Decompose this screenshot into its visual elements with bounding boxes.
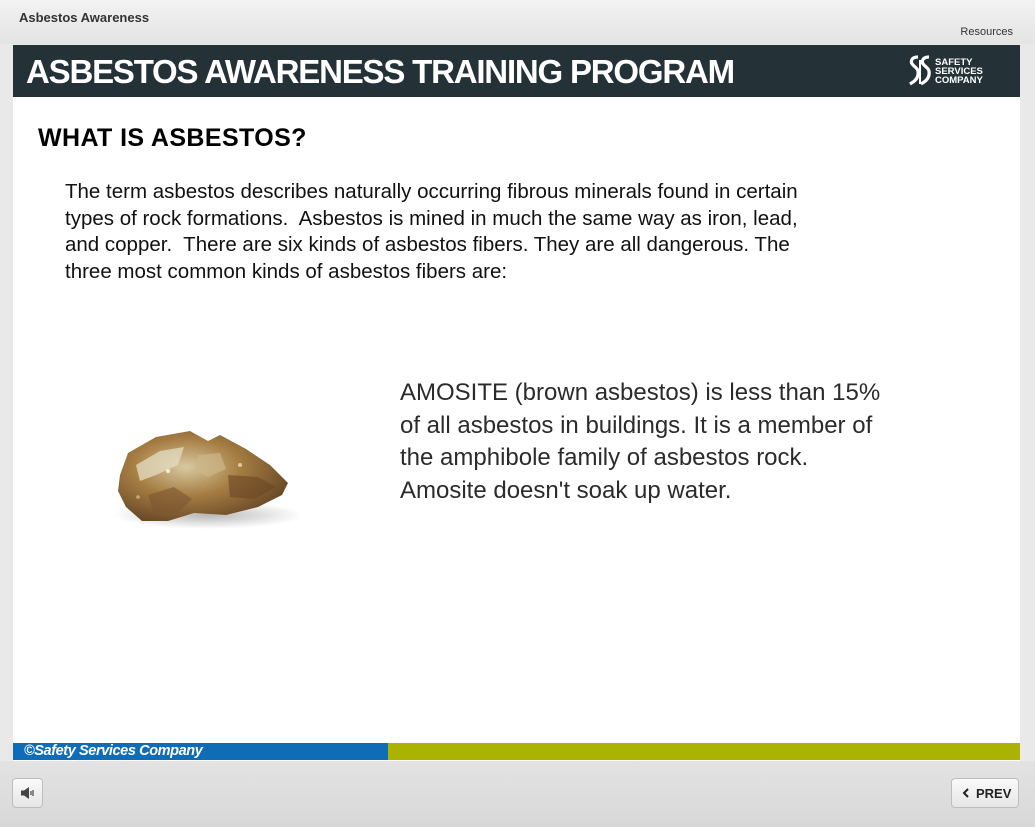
- prev-button[interactable]: PREV: [951, 778, 1019, 808]
- speaker-icon: [21, 787, 34, 799]
- ss-logo-icon: [909, 55, 931, 86]
- chevron-left-icon: [962, 788, 969, 798]
- resources-link[interactable]: Resources: [960, 26, 1013, 38]
- course-title: Asbestos Awareness: [19, 10, 150, 25]
- slide-heading: WHAT IS ASBESTOS?: [38, 124, 307, 152]
- logo-wordmark: SAFETY SERVICES COMPANY: [935, 58, 983, 86]
- slide-area: ASBESTOS AWARENESS TRAINING PROGRAM SAFE…: [13, 45, 1020, 761]
- intro-paragraph: The term asbestos describes naturally oc…: [65, 180, 798, 283]
- copyright-text: ©Safety Services Company: [24, 743, 203, 759]
- audio-button[interactable]: [12, 778, 43, 808]
- amosite-rock-image: [113, 431, 298, 529]
- safety-services-logo: SAFETY SERVICES COMPANY: [907, 54, 999, 90]
- player-controls: PREV: [0, 761, 1035, 827]
- amosite-description: AMOSITE (brown asbestos) is less than 15…: [400, 379, 881, 504]
- program-title: ASBESTOS AWARENESS TRAINING PROGRAM: [26, 53, 735, 90]
- logo-line-company: COMPANY: [935, 75, 983, 86]
- slide-banner: ASBESTOS AWARENESS TRAINING PROGRAM SAFE…: [13, 45, 1020, 97]
- footer-green-bar: [388, 743, 1020, 760]
- player-title-bar: Asbestos Awareness Resources: [0, 0, 1035, 44]
- prev-button-label: PREV: [976, 786, 1012, 801]
